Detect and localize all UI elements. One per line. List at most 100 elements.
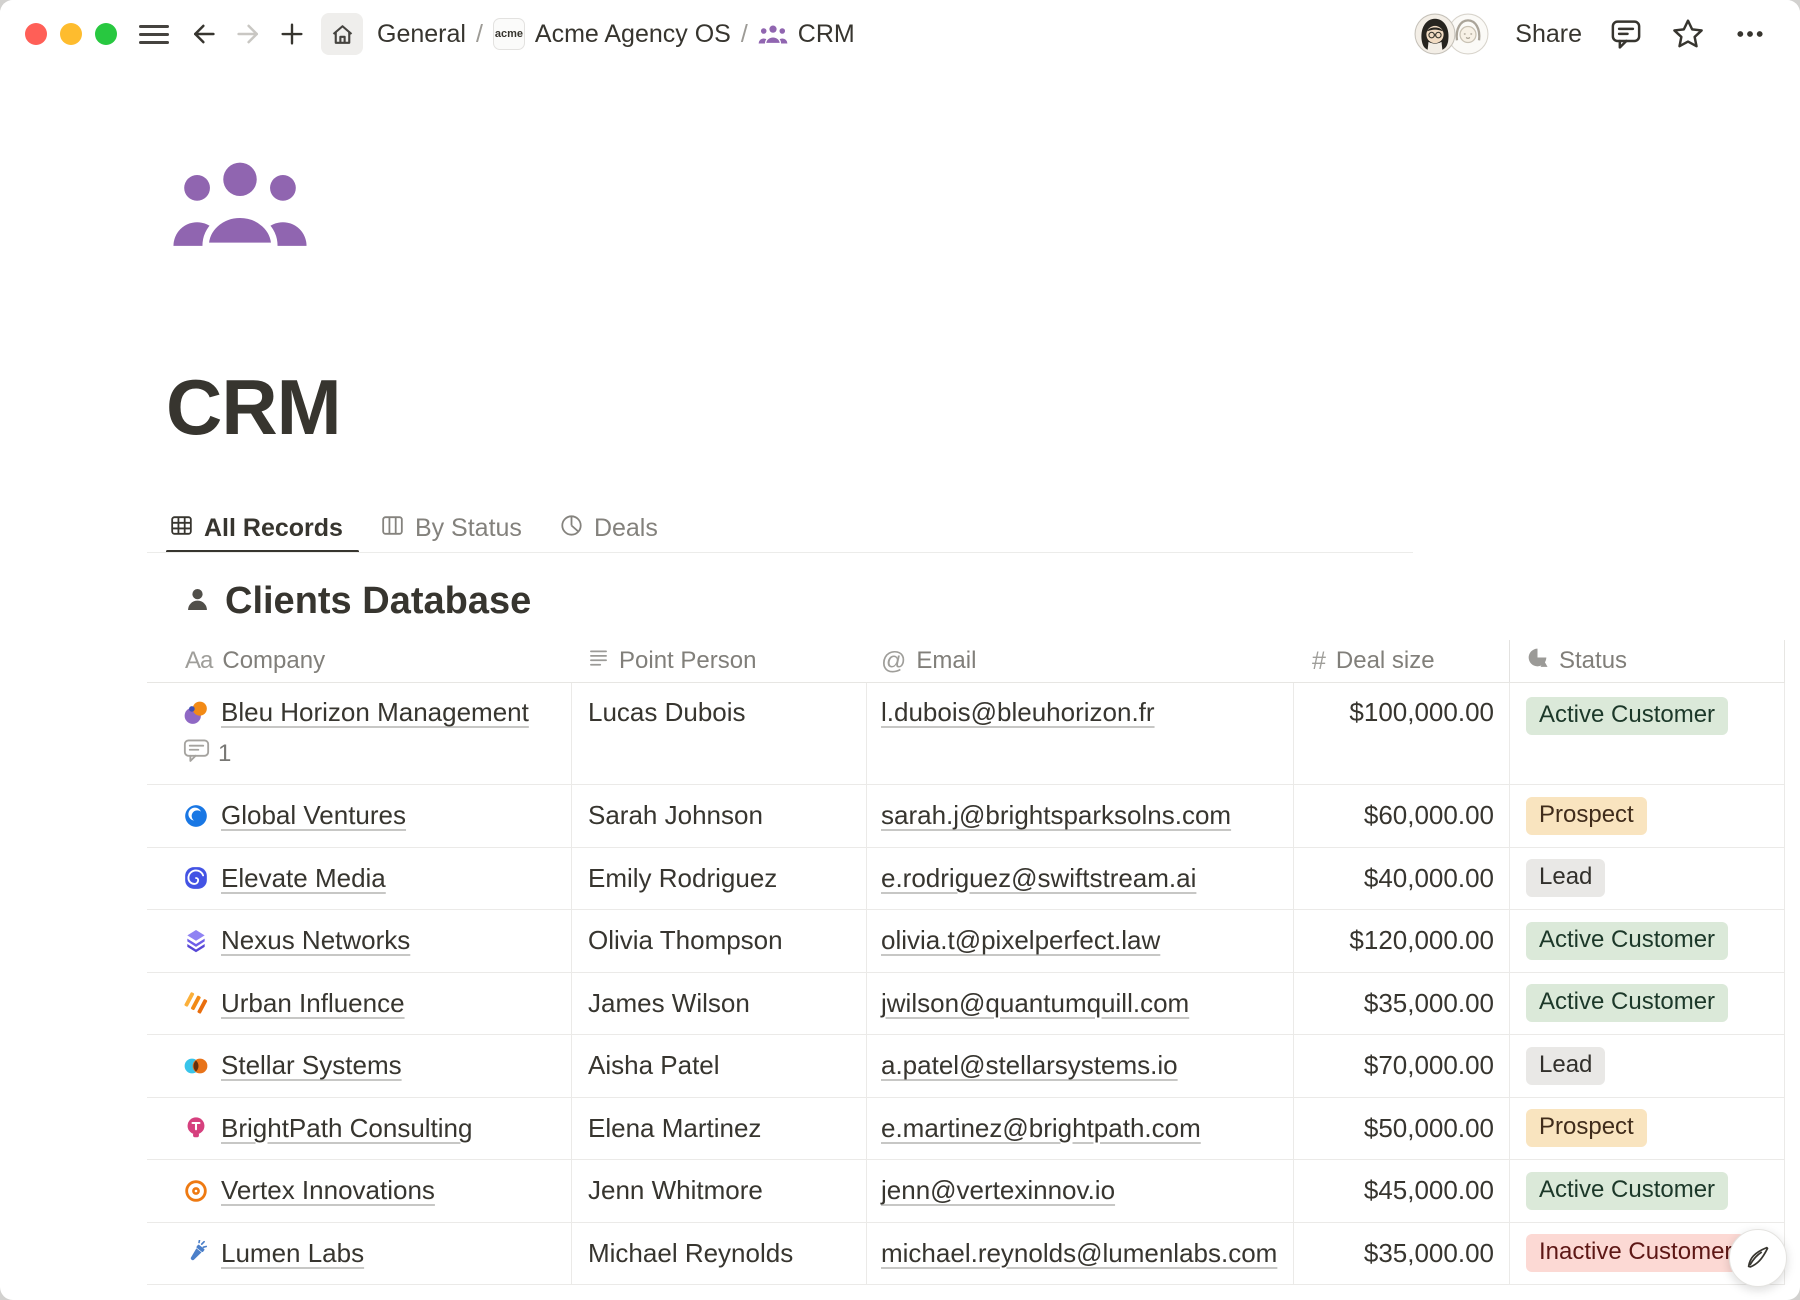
- company-cell[interactable]: Bleu Horizon Management 1: [147, 683, 572, 784]
- status-cell[interactable]: Lead: [1510, 848, 1785, 910]
- email-link[interactable]: a.patel@stellarsystems.io: [881, 1050, 1178, 1081]
- column-header-deal-size[interactable]: # Deal size: [1294, 640, 1510, 682]
- minimize-window-button[interactable]: [60, 23, 82, 45]
- email-cell[interactable]: sarah.j@brightsparksolns.com: [867, 785, 1294, 847]
- page-title[interactable]: CRM: [166, 362, 341, 453]
- email-cell[interactable]: jwilson@quantumquill.com: [867, 973, 1294, 1035]
- page-icon-people-group[interactable]: [169, 160, 311, 248]
- column-header-point-person[interactable]: Point Person: [572, 640, 867, 682]
- comment-count-line[interactable]: 1: [183, 738, 231, 770]
- status-cell[interactable]: Prospect: [1510, 1098, 1785, 1160]
- status-badge[interactable]: Active Customer: [1526, 697, 1728, 735]
- breadcrumb-workspace[interactable]: Acme Agency OS: [535, 20, 731, 49]
- company-link[interactable]: Elevate Media: [221, 863, 386, 894]
- email-cell[interactable]: jenn@vertexinnov.io: [867, 1160, 1294, 1222]
- avatar[interactable]: [1414, 13, 1456, 55]
- point-person-cell[interactable]: Lucas Dubois: [572, 683, 867, 784]
- company-cell[interactable]: Vertex Innovations: [147, 1160, 572, 1222]
- status-badge[interactable]: Inactive Customer: [1526, 1234, 1745, 1272]
- comments-icon[interactable]: [1608, 17, 1644, 51]
- email-link[interactable]: jenn@vertexinnov.io: [881, 1175, 1115, 1206]
- status-cell[interactable]: Active Customer: [1510, 683, 1785, 784]
- email-cell[interactable]: a.patel@stellarsystems.io: [867, 1035, 1294, 1097]
- company-cell[interactable]: Urban Influence: [147, 973, 572, 1035]
- compose-fab-button[interactable]: [1729, 1229, 1787, 1287]
- deal-size-cell[interactable]: $60,000.00: [1294, 785, 1510, 847]
- home-icon[interactable]: [321, 13, 363, 55]
- column-header-company[interactable]: Aa Company: [147, 640, 572, 682]
- point-person-cell[interactable]: Sarah Johnson: [572, 785, 867, 847]
- status-badge[interactable]: Active Customer: [1526, 922, 1728, 960]
- close-window-button[interactable]: [25, 23, 47, 45]
- point-person-cell[interactable]: Emily Rodriguez: [572, 848, 867, 910]
- company-cell[interactable]: Stellar Systems: [147, 1035, 572, 1097]
- status-badge[interactable]: Active Customer: [1526, 1172, 1728, 1210]
- status-badge[interactable]: Lead: [1526, 859, 1605, 897]
- point-person-cell[interactable]: Jenn Whitmore: [572, 1160, 867, 1222]
- status-badge[interactable]: Prospect: [1526, 797, 1647, 835]
- email-cell[interactable]: e.martinez@brightpath.com: [867, 1098, 1294, 1160]
- point-person-cell[interactable]: Aisha Patel: [572, 1035, 867, 1097]
- tab-by-status[interactable]: By Status: [381, 504, 522, 553]
- point-person-cell[interactable]: Michael Reynolds: [572, 1223, 867, 1285]
- favorite-star-icon[interactable]: [1670, 17, 1706, 51]
- breadcrumb-general[interactable]: General: [377, 20, 466, 49]
- email-cell[interactable]: e.rodriguez@swiftstream.ai: [867, 848, 1294, 910]
- deal-size-cell[interactable]: $35,000.00: [1294, 973, 1510, 1035]
- deal-size-cell[interactable]: $40,000.00: [1294, 848, 1510, 910]
- back-icon[interactable]: [189, 19, 219, 49]
- tab-all-records[interactable]: All Records: [170, 504, 343, 553]
- deal-size-cell[interactable]: $45,000.00: [1294, 1160, 1510, 1222]
- forward-icon[interactable]: [233, 19, 263, 49]
- column-header-email[interactable]: @ Email: [867, 640, 1294, 682]
- company-link[interactable]: Global Ventures: [221, 800, 406, 831]
- status-cell[interactable]: Active Customer: [1510, 973, 1785, 1035]
- email-link[interactable]: olivia.t@pixelperfect.law: [881, 925, 1160, 956]
- company-cell[interactable]: Nexus Networks: [147, 910, 572, 972]
- point-person-cell[interactable]: Olivia Thompson: [572, 910, 867, 972]
- zoom-window-button[interactable]: [95, 23, 117, 45]
- email-cell[interactable]: michael.reynolds@lumenlabs.com: [867, 1223, 1294, 1285]
- email-cell[interactable]: l.dubois@bleuhorizon.fr: [867, 683, 1294, 784]
- company-link[interactable]: Stellar Systems: [221, 1050, 402, 1081]
- more-options-icon[interactable]: [1732, 20, 1768, 48]
- deal-size-cell[interactable]: $120,000.00: [1294, 910, 1510, 972]
- company-link[interactable]: Lumen Labs: [221, 1238, 364, 1269]
- workspace-logo[interactable]: acme: [493, 18, 525, 50]
- company-cell[interactable]: Elevate Media: [147, 848, 572, 910]
- deal-size-cell[interactable]: $50,000.00: [1294, 1098, 1510, 1160]
- email-link[interactable]: michael.reynolds@lumenlabs.com: [881, 1238, 1277, 1269]
- deal-size-cell[interactable]: $35,000.00: [1294, 1223, 1510, 1285]
- company-link[interactable]: Nexus Networks: [221, 925, 410, 956]
- company-cell[interactable]: BrightPath Consulting: [147, 1098, 572, 1160]
- email-link[interactable]: e.martinez@brightpath.com: [881, 1113, 1201, 1144]
- column-header-status[interactable]: Status: [1510, 640, 1785, 682]
- company-link[interactable]: Bleu Horizon Management: [221, 697, 529, 728]
- email-link[interactable]: e.rodriguez@swiftstream.ai: [881, 863, 1196, 894]
- email-cell[interactable]: olivia.t@pixelperfect.law: [867, 910, 1294, 972]
- tab-deals[interactable]: Deals: [560, 504, 658, 553]
- status-cell[interactable]: Active Customer: [1510, 1160, 1785, 1222]
- email-link[interactable]: l.dubois@bleuhorizon.fr: [881, 697, 1155, 728]
- deal-size-cell[interactable]: $100,000.00: [1294, 683, 1510, 784]
- company-link[interactable]: Vertex Innovations: [221, 1175, 435, 1206]
- email-link[interactable]: sarah.j@brightsparksolns.com: [881, 800, 1231, 831]
- point-person-cell[interactable]: James Wilson: [572, 973, 867, 1035]
- breadcrumb-page[interactable]: CRM: [798, 20, 855, 49]
- status-badge[interactable]: Lead: [1526, 1047, 1605, 1085]
- status-badge[interactable]: Prospect: [1526, 1109, 1647, 1147]
- email-link[interactable]: jwilson@quantumquill.com: [881, 988, 1189, 1019]
- status-cell[interactable]: Prospect: [1510, 785, 1785, 847]
- deal-size-cell[interactable]: $70,000.00: [1294, 1035, 1510, 1097]
- sidebar-menu-icon[interactable]: [139, 25, 169, 44]
- company-link[interactable]: Urban Influence: [221, 988, 405, 1019]
- status-cell[interactable]: Active Customer: [1510, 910, 1785, 972]
- company-cell[interactable]: Global Ventures: [147, 785, 572, 847]
- status-badge[interactable]: Active Customer: [1526, 984, 1728, 1022]
- new-page-plus-icon[interactable]: [277, 19, 307, 49]
- point-person-cell[interactable]: Elena Martinez: [572, 1098, 867, 1160]
- company-cell[interactable]: Lumen Labs: [147, 1223, 572, 1285]
- share-button[interactable]: Share: [1515, 20, 1582, 49]
- company-link[interactable]: BrightPath Consulting: [221, 1113, 472, 1144]
- status-cell[interactable]: Lead: [1510, 1035, 1785, 1097]
